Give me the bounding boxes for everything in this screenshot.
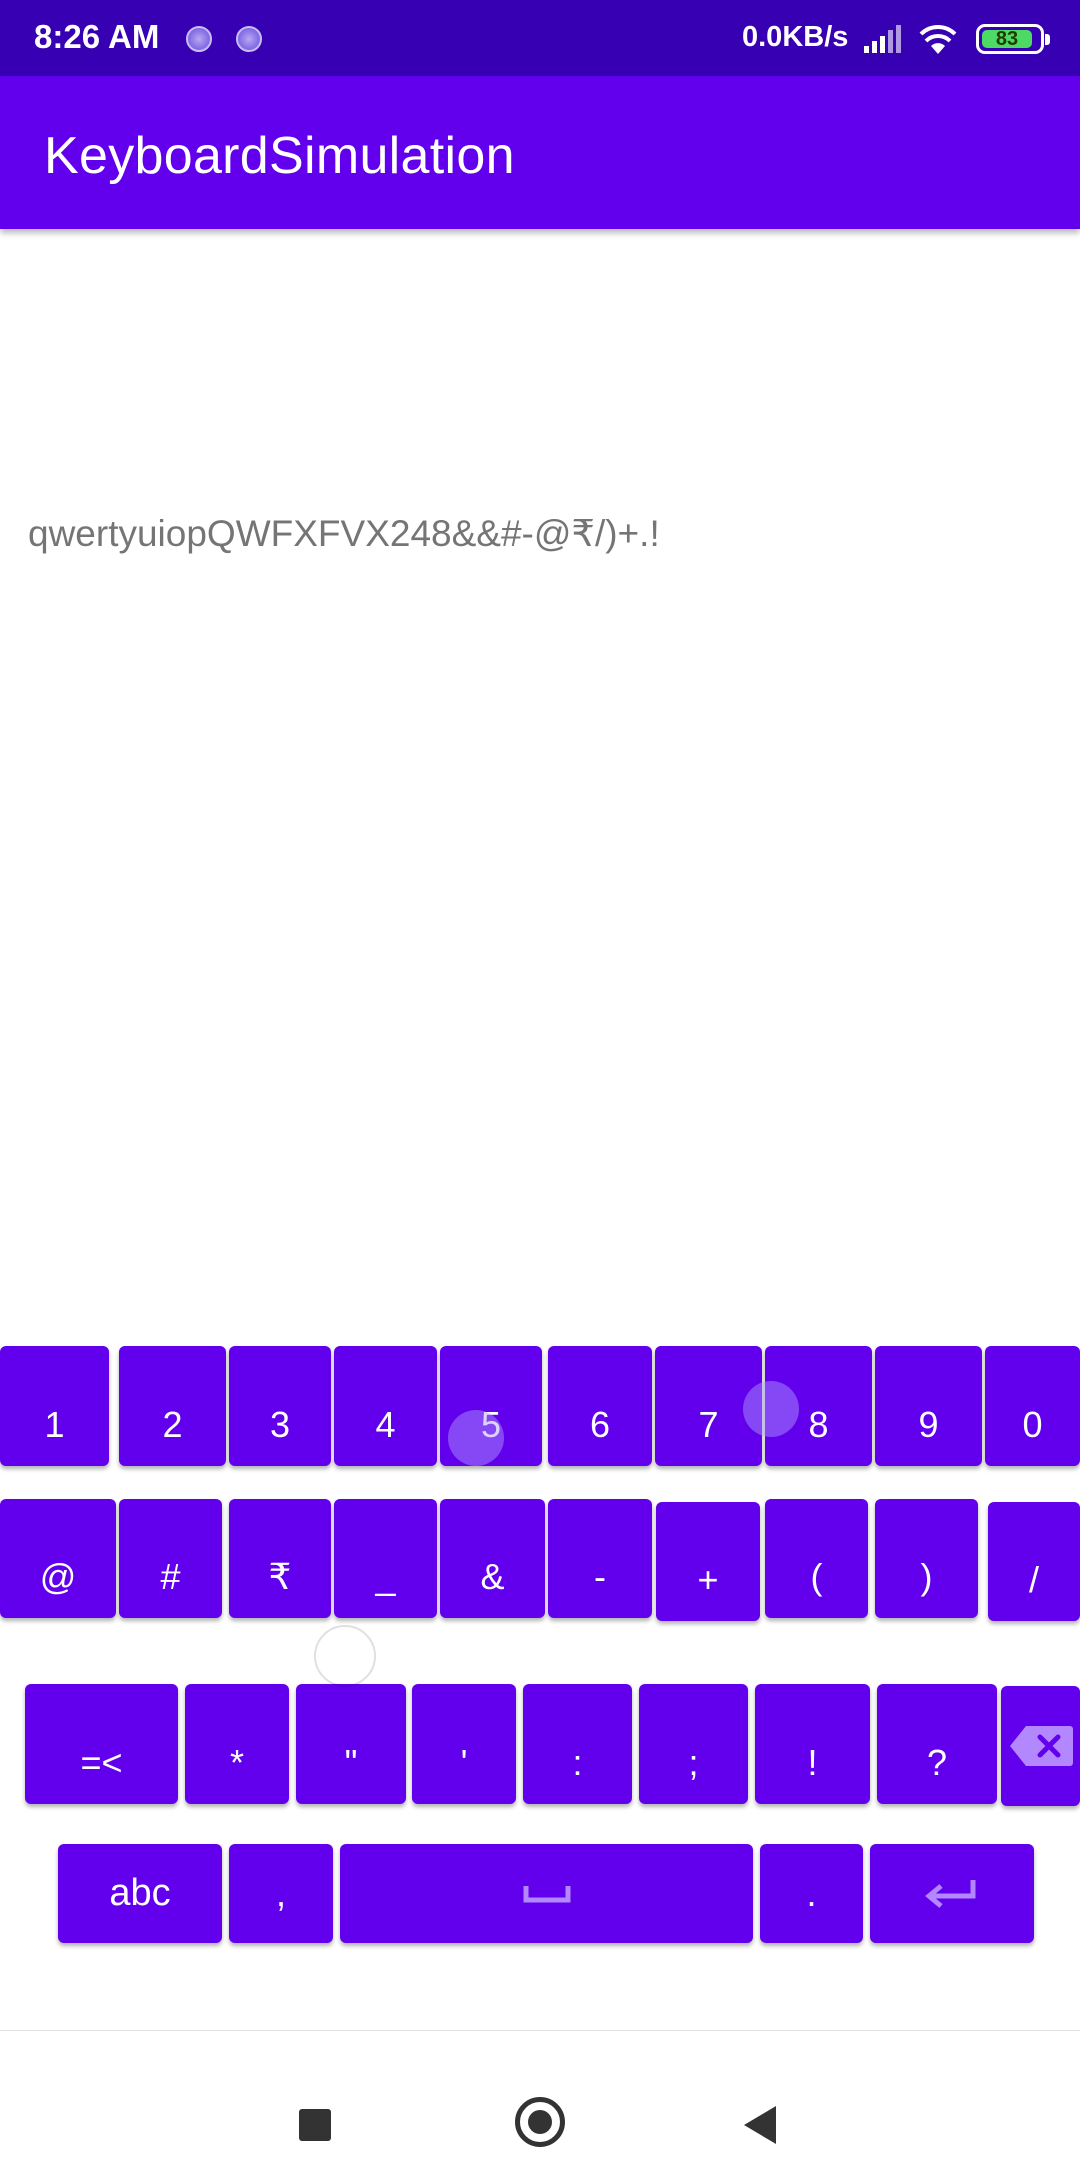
space-key[interactable] (340, 1844, 753, 1943)
key-4[interactable]: 4 (334, 1346, 437, 1466)
key-open-paren[interactable]: ( (765, 1499, 868, 1618)
key-asterisk[interactable]: * (185, 1684, 289, 1804)
home-circle-icon[interactable] (515, 2097, 565, 2147)
key-semicolon[interactable]: ; (639, 1684, 748, 1804)
back-triangle-icon[interactable] (744, 2106, 776, 2144)
page-title: KeyboardSimulation (44, 127, 515, 185)
status-time: 8:26 AM (34, 18, 160, 55)
key-comma[interactable]: , (229, 1844, 333, 1943)
key-ampersand[interactable]: & (440, 1499, 545, 1618)
enter-icon (925, 1879, 976, 1908)
touch-indicator (743, 1381, 799, 1437)
recents-square-icon[interactable] (299, 2109, 331, 2141)
key-plus[interactable]: + (656, 1502, 760, 1621)
enter-key[interactable] (870, 1844, 1034, 1943)
key-at[interactable]: @ (0, 1499, 116, 1618)
backspace-key[interactable] (1001, 1686, 1080, 1806)
key-hash[interactable]: # (119, 1499, 222, 1618)
key-1[interactable]: 1 (0, 1346, 109, 1466)
key-3[interactable]: 3 (229, 1346, 331, 1466)
key-underscore[interactable]: _ (334, 1499, 437, 1618)
abc-key[interactable]: abc (58, 1844, 222, 1943)
key-close-paren[interactable]: ) (875, 1499, 978, 1618)
key-minus[interactable]: - (548, 1499, 652, 1618)
key-9[interactable]: 9 (875, 1346, 982, 1466)
typed-text-field[interactable]: qwertyuiopQWFXFVX248&&#-@₹/)+.! (28, 512, 660, 555)
key-colon[interactable]: : (523, 1684, 632, 1804)
signal-icon (864, 25, 901, 53)
space-bar-icon (523, 1885, 570, 1902)
key-question[interactable]: ? (877, 1684, 997, 1804)
touch-indicator (314, 1625, 376, 1687)
key-period[interactable]: . (760, 1844, 863, 1943)
key-0[interactable]: 0 (985, 1346, 1080, 1466)
key-slash[interactable]: / (988, 1502, 1080, 1621)
wifi-icon (919, 24, 957, 54)
notification-dot-icon (236, 26, 262, 52)
key-apostrophe[interactable]: ' (412, 1684, 516, 1804)
key-double-quote[interactable]: " (296, 1684, 406, 1804)
key-2[interactable]: 2 (119, 1346, 226, 1466)
key-exclamation[interactable]: ! (755, 1684, 870, 1804)
backspace-icon (1009, 1726, 1073, 1766)
navigation-bar (0, 2030, 1080, 2160)
battery-icon: 83 (976, 24, 1044, 54)
key-6[interactable]: 6 (548, 1346, 652, 1466)
battery-level: 83 (995, 28, 1019, 50)
notification-dot-icon (186, 26, 212, 52)
status-bar: 8:26 AM 0.0KB/s 83 (0, 0, 1080, 76)
app-bar: KeyboardSimulation (0, 76, 1080, 229)
network-speed: 0.0KB/s (742, 21, 849, 53)
touch-indicator (448, 1410, 504, 1466)
key-rupee[interactable]: ₹ (229, 1499, 331, 1618)
key-symbols-toggle[interactable]: =< (25, 1684, 178, 1804)
